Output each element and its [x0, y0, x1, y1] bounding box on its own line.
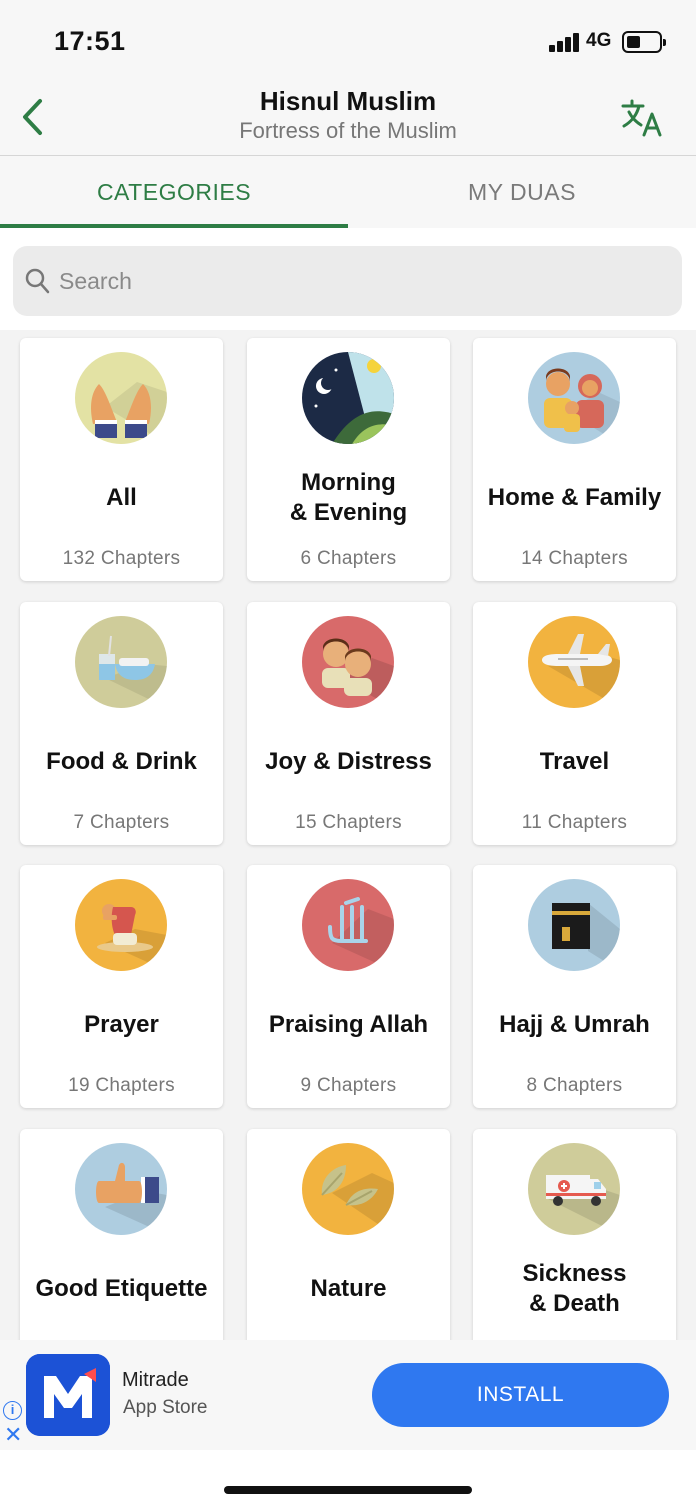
status-time: 17:51 — [54, 26, 126, 56]
network-type: 4G — [586, 30, 612, 51]
category-card-joy-distress[interactable]: Joy & Distress 15 Chapters — [247, 602, 450, 845]
home-indicator[interactable] — [224, 1486, 472, 1494]
ad-close-icon[interactable]: ✕ — [4, 1424, 22, 1446]
food-drink-icon — [75, 616, 167, 708]
category-count: 7 Chapters — [73, 812, 170, 833]
ad-store-label: App Store — [123, 1397, 208, 1418]
day-night-icon — [302, 352, 394, 444]
family-icon — [528, 352, 620, 444]
tab-bar: CATEGORIES MY DUAS — [0, 156, 696, 228]
category-card-nature[interactable]: Nature — [247, 1129, 450, 1340]
status-bar: 17:51 4G — [0, 0, 696, 80]
nav-header: Hisnul Muslim Fortress of the Muslim — [0, 80, 696, 156]
airplane-icon — [528, 616, 620, 708]
category-card-home-family[interactable]: Home & Family 14 Chapters — [473, 338, 676, 581]
category-card-praising-allah[interactable]: Praising Allah 9 Chapters — [247, 865, 450, 1108]
raised-hands-icon — [75, 352, 167, 444]
category-grid: All 132 Chapters Morning & Evening 6 Cha… — [0, 330, 696, 1340]
ad-banner[interactable]: Mitrade App Store INSTALL i ✕ — [0, 1340, 696, 1450]
category-count: 8 Chapters — [526, 1075, 623, 1096]
leaves-icon — [302, 1143, 394, 1235]
category-count: 6 Chapters — [300, 548, 397, 569]
category-name: Joy & Distress — [265, 748, 432, 775]
two-faces-icon — [302, 616, 394, 708]
allah-calligraphy-icon — [302, 879, 394, 971]
translate-button[interactable] — [620, 98, 664, 138]
category-name: Morning & Evening — [289, 469, 408, 526]
page-subtitle: Fortress of the Muslim — [239, 118, 457, 143]
category-name: Sickness & Death — [522, 1260, 627, 1317]
kaaba-icon — [528, 879, 620, 971]
signal-icon — [549, 32, 581, 52]
home-indicator-area — [0, 1450, 696, 1507]
translate-icon — [621, 99, 662, 137]
category-count: 15 Chapters — [295, 812, 402, 833]
category-card-sickness-death[interactable]: Sickness & Death — [473, 1129, 676, 1340]
category-count: 14 Chapters — [521, 548, 628, 569]
category-name: Hajj & Umrah — [499, 1011, 650, 1038]
praying-person-icon — [75, 879, 167, 971]
content-area: All 132 Chapters Morning & Evening 6 Cha… — [0, 228, 696, 1340]
category-count: 19 Chapters — [68, 1075, 175, 1096]
category-card-travel[interactable]: Travel 11 Chapters — [473, 602, 676, 845]
category-name: Food & Drink — [46, 748, 197, 775]
page-title: Hisnul Muslim — [259, 86, 437, 116]
battery-icon — [622, 31, 666, 53]
category-name: Praising Allah — [268, 1011, 429, 1038]
category-name: Good Etiquette — [35, 1275, 208, 1302]
category-name: Nature — [310, 1275, 387, 1302]
tab-categories[interactable]: CATEGORIES — [0, 156, 348, 228]
category-card-morning-evening[interactable]: Morning & Evening 6 Chapters — [247, 338, 450, 581]
category-name: Prayer — [84, 1011, 159, 1038]
category-card-all[interactable]: All 132 Chapters — [20, 338, 223, 581]
ambulance-icon — [528, 1143, 620, 1235]
search-input[interactable] — [59, 246, 659, 316]
category-name: Home & Family — [487, 484, 662, 511]
thumbs-up-icon — [75, 1143, 167, 1235]
category-card-food-drink[interactable]: Food & Drink 7 Chapters — [20, 602, 223, 845]
category-count: 9 Chapters — [300, 1075, 397, 1096]
ad-app-name: Mitrade — [122, 1369, 189, 1391]
category-name: Travel — [539, 748, 610, 775]
ad-info-icon[interactable]: i — [3, 1401, 22, 1420]
mitrade-logo-icon[interactable] — [26, 1354, 110, 1436]
category-card-good-etiquette[interactable]: Good Etiquette — [20, 1129, 223, 1340]
category-name: All — [106, 484, 137, 511]
category-count: 132 Chapters — [62, 548, 181, 569]
search-bar — [13, 246, 682, 316]
tab-my-duas[interactable]: MY DUAS — [348, 156, 696, 228]
install-button[interactable]: INSTALL — [372, 1363, 669, 1427]
category-card-hajj-umrah[interactable]: Hajj & Umrah 8 Chapters — [473, 865, 676, 1108]
category-count: 11 Chapters — [521, 812, 628, 833]
category-card-prayer[interactable]: Prayer 19 Chapters — [20, 865, 223, 1108]
search-icon — [25, 268, 50, 294]
